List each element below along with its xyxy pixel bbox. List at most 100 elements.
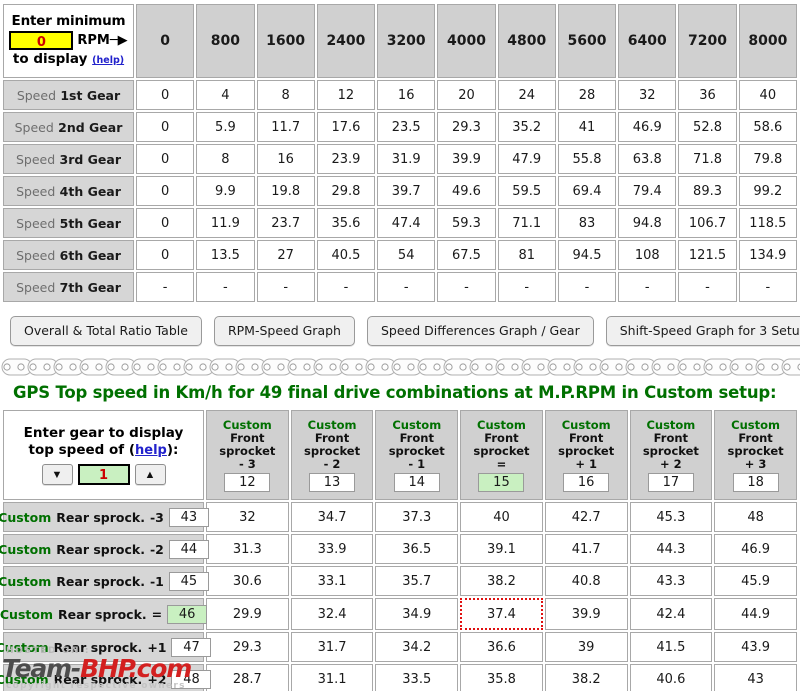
gear-help-link[interactable]: help	[135, 443, 167, 458]
rpm-column-header: 0	[136, 4, 195, 78]
speed-cell: 29.8	[316, 176, 376, 206]
speed-cell: 47.9	[497, 144, 556, 174]
front-sprocket-header: Custom Front sprocket + 2 17	[629, 410, 713, 500]
shift-speed-graph-button[interactable]: Shift-Speed Graph for 3 Setup's	[605, 316, 800, 346]
rpm-speed-graph-button[interactable]: RPM-Speed Graph	[213, 316, 355, 346]
speed-cell: -	[497, 272, 556, 302]
speed-cell: 0	[136, 112, 195, 142]
front-sprocket-line2: sprocket	[304, 443, 361, 458]
top-speed-cell: 39	[544, 632, 628, 662]
table-row: Speed 7th Gear - - - - - - - - - - -	[3, 272, 797, 302]
rpm-help-link[interactable]: (help)	[92, 55, 124, 66]
gear-row-label: Speed 5th Gear	[3, 208, 134, 238]
rear-sprocket-name: Rear sprock.	[57, 606, 147, 622]
gear-row-label: Speed 4th Gear	[3, 176, 134, 206]
rear-sprocket-teeth-value[interactable]: 47	[171, 637, 212, 657]
rear-sprocket-name: Rear sprock.	[53, 671, 143, 687]
gear-row-label-pre: Speed	[14, 119, 54, 135]
speed-cell: -	[437, 272, 496, 302]
speed-cell: 99.2	[738, 176, 797, 206]
top-speed-cell: 41.7	[544, 534, 628, 564]
front-sprocket-teeth-value[interactable]: 18	[732, 472, 779, 492]
overall-total-ratio-table-button[interactable]: Overall & Total Ratio Table	[10, 316, 202, 346]
front-sprocket-teeth-value[interactable]: 16	[563, 472, 610, 492]
speed-cell: -	[618, 272, 677, 302]
top-speed-cell: 30.6	[206, 566, 289, 596]
gear-selector-line2-post: ):	[166, 442, 179, 458]
gear-number-input[interactable]: 1	[77, 464, 130, 485]
rear-sprocket-delta: +1	[147, 639, 167, 655]
top-speed-cell: 41.5	[629, 632, 713, 662]
speed-cell: 12	[316, 80, 376, 110]
gear-selector-line2: top speed of (help):	[8, 442, 199, 459]
rear-sprocket-delta: -1	[149, 573, 164, 589]
top-speed-cell: 34.9	[375, 598, 459, 630]
rear-sprocket-teeth-value[interactable]: 48	[171, 669, 212, 689]
min-rpm-panel: Enter minimum 0 RPM─▶ to display (help)	[3, 4, 134, 78]
front-sprocket-teeth-value[interactable]: 17	[647, 472, 694, 492]
front-sprocket-custom-label: Custom	[731, 417, 781, 432]
rear-sprocket-teeth-value[interactable]: 45	[168, 571, 209, 591]
gear-row-label-main: 7th Gear	[59, 279, 121, 295]
top-speed-cell: 31.1	[290, 664, 374, 691]
rear-sprocket-teeth-value[interactable]: 43	[168, 507, 209, 527]
top-speed-cell: 32.4	[290, 598, 374, 630]
rear-sprocket-custom-label: Custom	[0, 541, 52, 557]
speed-cell: 23.7	[256, 208, 315, 238]
top-speed-cell: 40.6	[629, 664, 713, 691]
front-sprocket-delta: - 3	[238, 456, 256, 471]
gps-top-speed-table: Enter gear to display top speed of (help…	[0, 408, 799, 691]
top-speed-cell: 45.9	[714, 566, 797, 596]
rear-sprocket-teeth-value[interactable]: 44	[168, 539, 209, 559]
speed-cell: 94.5	[557, 240, 617, 270]
speed-cell: 0	[136, 176, 195, 206]
rpm-table-header-row: Enter minimum 0 RPM─▶ to display (help) …	[3, 4, 797, 78]
speed-cell: 52.8	[678, 112, 737, 142]
top-speed-cell: 35.7	[375, 566, 459, 596]
rear-sprocket-name: Rear sprock.	[56, 573, 145, 589]
speed-cell: 81	[497, 240, 556, 270]
rear-sprocket-name: Rear sprock.	[53, 639, 143, 655]
front-sprocket-teeth-value[interactable]: 15	[478, 472, 525, 492]
min-rpm-line3-text: to display	[12, 51, 88, 67]
gear-row-label-main: 2nd Gear	[58, 119, 123, 135]
speed-cell: 79.8	[738, 144, 797, 174]
speed-cell: 71.1	[497, 208, 556, 238]
gps-table-header-row: Enter gear to display top speed of (help…	[3, 410, 797, 500]
gear-row-label: Speed 6th Gear	[3, 240, 134, 270]
speed-cell: 0	[136, 80, 195, 110]
rpm-column-header: 5600	[557, 4, 617, 78]
speed-cell: -	[377, 272, 436, 302]
speed-cell: 121.5	[678, 240, 737, 270]
front-sprocket-custom-label: Custom	[646, 417, 696, 432]
front-sprocket-teeth-value[interactable]: 12	[224, 472, 271, 492]
top-speed-cell: 31.7	[290, 632, 374, 662]
min-rpm-line3: to display (help)	[8, 52, 129, 68]
speed-cell: 9.9	[196, 176, 255, 206]
front-sprocket-line1: Front	[399, 430, 434, 445]
rear-sprocket-teeth-value[interactable]: 46	[167, 604, 208, 624]
rear-sprocket-row-label: Custom Rear sprock. -1 45	[0, 566, 209, 596]
rear-sprocket-delta: -2	[149, 541, 164, 557]
front-sprocket-delta: + 2	[660, 456, 682, 471]
speed-cell: 106.7	[678, 208, 737, 238]
rear-sprocket-row-label: Custom Rear sprock. -3 43	[0, 502, 209, 532]
speed-cell: 19.8	[256, 176, 315, 206]
speed-differences-graph-button[interactable]: Speed Differences Graph / Gear	[366, 316, 594, 346]
top-speed-cell: 46.9	[714, 534, 797, 564]
front-sprocket-line1: Front	[484, 430, 519, 445]
speed-cell: 55.8	[557, 144, 617, 174]
front-sprocket-header: Custom Front sprocket - 1 14	[375, 410, 459, 500]
front-sprocket-teeth-value[interactable]: 13	[309, 472, 356, 492]
gear-increment-button[interactable]: ▲	[134, 464, 166, 485]
min-rpm-input[interactable]: 0	[9, 31, 74, 50]
rear-sprocket-row-label: Custom Rear sprock. = 46	[0, 598, 208, 630]
gear-row-label: Speed 7th Gear	[3, 272, 134, 302]
front-sprocket-teeth-value[interactable]: 14	[393, 472, 440, 492]
top-speed-cell: 34.7	[290, 502, 374, 532]
front-sprocket-line2: sprocket	[642, 443, 699, 458]
speed-cell: 108	[618, 240, 677, 270]
gear-decrement-button[interactable]: ▼	[41, 464, 73, 485]
top-speed-cell: 33.5	[375, 664, 459, 691]
gear-row-label: Speed 1st Gear	[3, 80, 134, 110]
